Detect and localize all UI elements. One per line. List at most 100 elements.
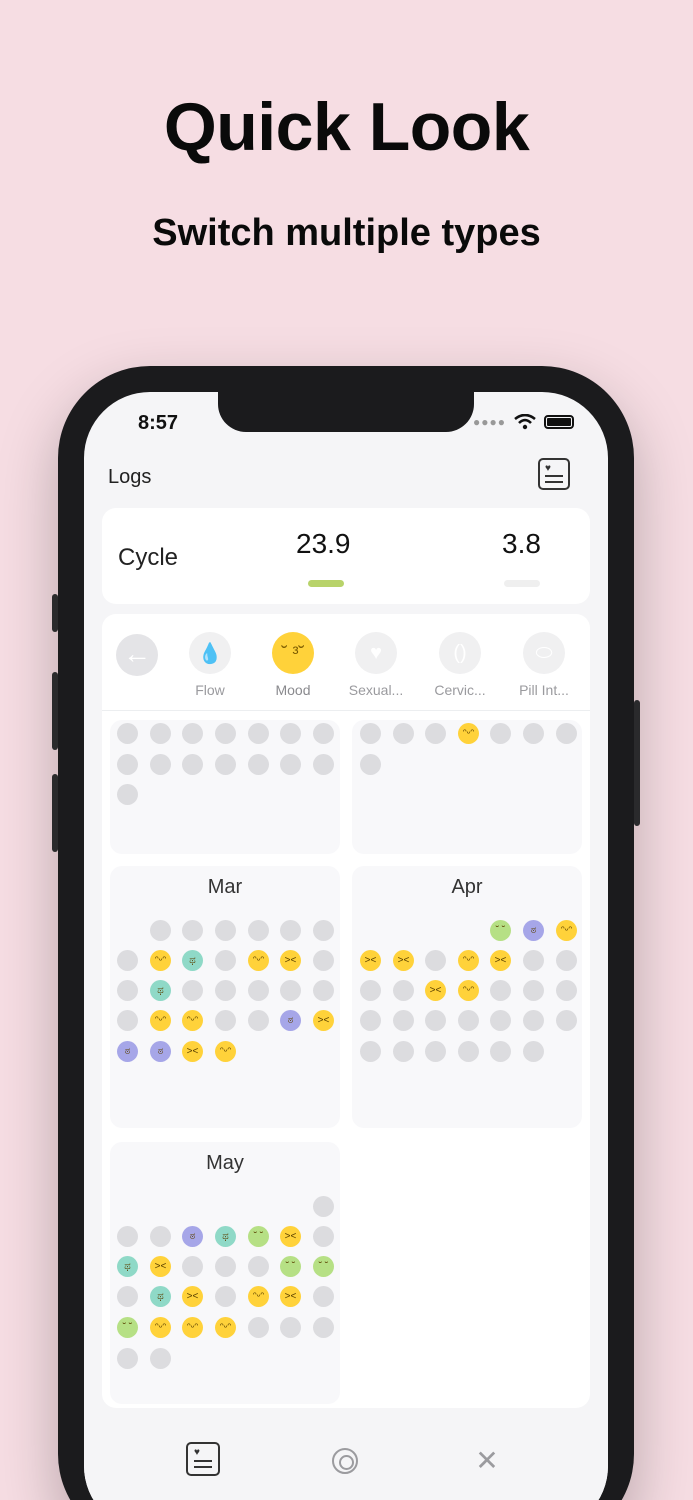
mood-dot[interactable]: ಥ: [215, 1226, 236, 1247]
month-card[interactable]: [110, 720, 340, 854]
day-dot[interactable]: [280, 980, 301, 1001]
day-dot[interactable]: [556, 950, 577, 971]
mood-dot[interactable]: ᵔᵕᵔ: [458, 723, 479, 744]
day-dot[interactable]: [523, 1010, 544, 1031]
mood-dot[interactable]: ಥ: [117, 1256, 138, 1277]
mood-dot[interactable]: ಠ: [280, 1010, 301, 1031]
type-sexual[interactable]: ♥ Sexual...: [336, 632, 416, 698]
tab-tools-icon[interactable]: ✕: [472, 1446, 502, 1476]
day-dot[interactable]: [523, 980, 544, 1001]
mood-dot[interactable]: ᵔᵕᵔ: [182, 1317, 203, 1338]
day-dot[interactable]: [393, 1010, 414, 1031]
day-dot[interactable]: [313, 723, 334, 744]
mood-dot[interactable]: ಠ: [150, 1041, 171, 1062]
month-card-mar[interactable]: Mar ᵔᵕᵔ ಥ ᵔᵕᵔ >< ಥ ᵔᵕᵔ ᵔᵕᵔ ಠ >< ಠ ಠ >< ᵔ…: [110, 866, 340, 1128]
day-dot[interactable]: [182, 723, 203, 744]
day-dot[interactable]: [523, 723, 544, 744]
day-dot[interactable]: [248, 920, 269, 941]
day-dot[interactable]: [556, 723, 577, 744]
mood-dot[interactable]: ಥ: [182, 950, 203, 971]
mood-dot[interactable]: ˘ ˘: [280, 1256, 301, 1277]
day-dot[interactable]: [523, 1041, 544, 1062]
mood-dot[interactable]: ˘ ˘: [248, 1226, 269, 1247]
day-dot[interactable]: [150, 1348, 171, 1369]
day-dot[interactable]: [248, 1010, 269, 1031]
tab-logs-icon[interactable]: ♥: [186, 1442, 220, 1476]
day-dot[interactable]: [248, 1256, 269, 1277]
day-dot[interactable]: [393, 980, 414, 1001]
mood-dot[interactable]: ˘ ˘: [313, 1256, 334, 1277]
day-dot[interactable]: [215, 1256, 236, 1277]
day-dot[interactable]: [280, 723, 301, 744]
day-dot[interactable]: [150, 1226, 171, 1247]
day-dot[interactable]: [117, 1286, 138, 1307]
day-dot[interactable]: [280, 1317, 301, 1338]
mood-dot[interactable]: ಠ: [117, 1041, 138, 1062]
day-dot[interactable]: [313, 920, 334, 941]
mood-dot[interactable]: ᵔᵕᵔ: [215, 1317, 236, 1338]
day-dot[interactable]: [117, 980, 138, 1001]
day-dot[interactable]: [360, 1041, 381, 1062]
mood-dot[interactable]: ᵔᵕᵔ: [182, 1010, 203, 1031]
mood-dot[interactable]: ᵔᵕᵔ: [248, 1286, 269, 1307]
day-dot[interactable]: [425, 950, 446, 971]
day-dot[interactable]: [248, 723, 269, 744]
day-dot[interactable]: [313, 1196, 334, 1217]
day-dot[interactable]: [458, 1010, 479, 1031]
day-dot[interactable]: [182, 980, 203, 1001]
day-dot[interactable]: [248, 1317, 269, 1338]
day-dot[interactable]: [215, 950, 236, 971]
mood-dot[interactable]: ><: [182, 1041, 203, 1062]
type-mood[interactable]: ˘ ³˘ Mood: [253, 632, 333, 698]
day-dot[interactable]: [490, 1010, 511, 1031]
mood-dot[interactable]: ᵔᵕᵔ: [150, 1317, 171, 1338]
cycle-length-value[interactable]: 23.9: [296, 528, 351, 560]
mood-dot[interactable]: ಥ: [150, 980, 171, 1001]
mood-dot[interactable]: ><: [280, 950, 301, 971]
day-dot[interactable]: [215, 723, 236, 744]
month-card[interactable]: ᵔᵕᵔ: [352, 720, 582, 854]
logbook-icon[interactable]: ♥: [538, 458, 570, 490]
day-dot[interactable]: [117, 1010, 138, 1031]
type-pill[interactable]: ⬭ Pill Int...: [504, 632, 584, 698]
day-dot[interactable]: [425, 723, 446, 744]
mood-dot[interactable]: ಠ: [182, 1226, 203, 1247]
day-dot[interactable]: [360, 754, 381, 775]
mood-dot[interactable]: ><: [393, 950, 414, 971]
day-dot[interactable]: [248, 980, 269, 1001]
day-dot[interactable]: [117, 1226, 138, 1247]
mood-dot[interactable]: ><: [313, 1010, 334, 1031]
mood-dot[interactable]: ಥ: [150, 1286, 171, 1307]
day-dot[interactable]: [313, 1286, 334, 1307]
mood-dot[interactable]: ᵔᵕᵔ: [458, 980, 479, 1001]
day-dot[interactable]: [458, 1041, 479, 1062]
day-dot[interactable]: [360, 1010, 381, 1031]
day-dot[interactable]: [490, 723, 511, 744]
day-dot[interactable]: [313, 1317, 334, 1338]
month-card-apr[interactable]: Apr ˘ ˘ ಠ ᵔᵕᵔ >< >< ᵔᵕᵔ >< >< ᵔᵕᵔ: [352, 866, 582, 1128]
day-dot[interactable]: [215, 920, 236, 941]
mood-dot[interactable]: ᵔᵕᵔ: [556, 920, 577, 941]
day-dot[interactable]: [313, 950, 334, 971]
day-dot[interactable]: [313, 1226, 334, 1247]
mood-dot[interactable]: ᵔᵕᵔ: [215, 1041, 236, 1062]
day-dot[interactable]: [313, 980, 334, 1001]
day-dot[interactable]: [425, 1041, 446, 1062]
day-dot[interactable]: [523, 950, 544, 971]
day-dot[interactable]: [313, 754, 334, 775]
day-dot[interactable]: [117, 754, 138, 775]
day-dot[interactable]: [215, 1010, 236, 1031]
day-dot[interactable]: [215, 1286, 236, 1307]
day-dot[interactable]: [215, 754, 236, 775]
tab-target-icon[interactable]: [332, 1448, 358, 1474]
day-dot[interactable]: [117, 723, 138, 744]
mood-dot[interactable]: ><: [182, 1286, 203, 1307]
day-dot[interactable]: [490, 980, 511, 1001]
day-dot[interactable]: [182, 920, 203, 941]
day-dot[interactable]: [280, 754, 301, 775]
mood-dot[interactable]: ><: [150, 1256, 171, 1277]
day-dot[interactable]: [117, 1348, 138, 1369]
day-dot[interactable]: [150, 723, 171, 744]
mood-dot[interactable]: ><: [280, 1286, 301, 1307]
day-dot[interactable]: [393, 1041, 414, 1062]
